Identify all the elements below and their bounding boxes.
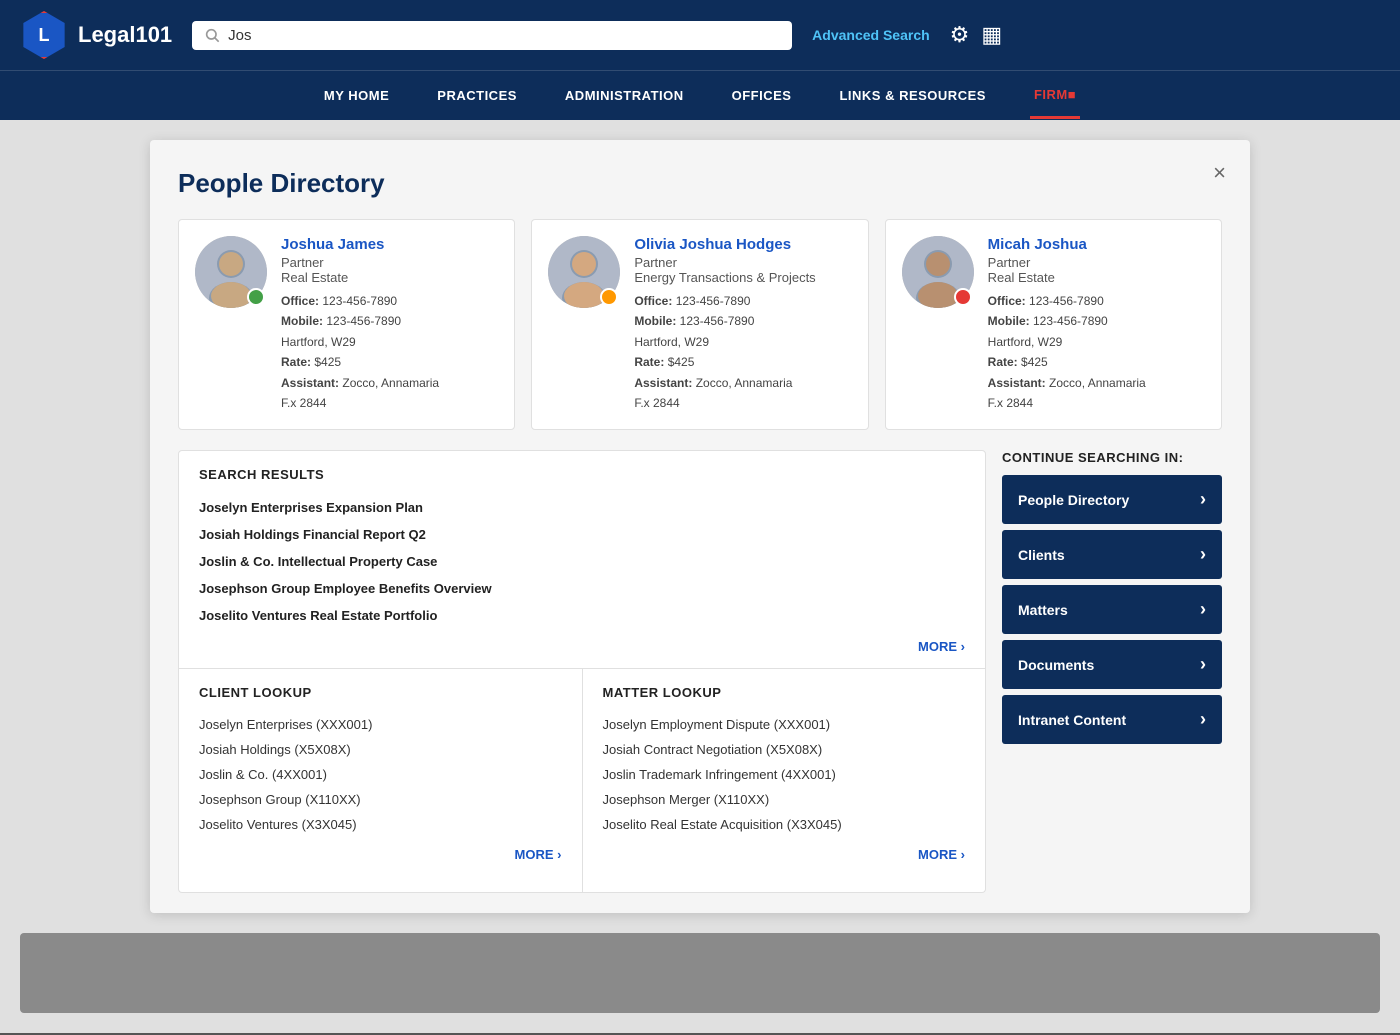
- advanced-search-link[interactable]: Advanced Search: [812, 27, 930, 43]
- header-icons: ⚙ ▦: [950, 22, 1003, 48]
- person-detail-2: Office: 123-456-7890 Mobile: 123-456-789…: [634, 291, 851, 413]
- continue-people-directory[interactable]: People Directory ›: [1002, 475, 1222, 524]
- search-icon: [204, 27, 220, 43]
- nav-offices[interactable]: OFFICES: [728, 74, 796, 117]
- chevron-right-icon-3: ›: [1200, 599, 1206, 620]
- search-results-title: SEARCH RESULTS: [199, 467, 965, 482]
- status-badge-2: [600, 288, 618, 306]
- search-result-4[interactable]: Josephson Group Employee Benefits Overvi…: [199, 575, 965, 602]
- bottom-section: SEARCH RESULTS Joselyn Enterprises Expan…: [178, 450, 1222, 893]
- client-lookup-col: CLIENT LOOKUP Joselyn Enterprises (XXX00…: [179, 669, 583, 892]
- logo-area: L Legal101: [20, 11, 172, 59]
- client-lookup-more-link[interactable]: MORE ›: [199, 837, 562, 876]
- logo-text: Legal101: [78, 22, 172, 48]
- person-detail-1: Office: 123-456-7890 Mobile: 123-456-789…: [281, 291, 498, 413]
- search-result-1[interactable]: Joselyn Enterprises Expansion Plan: [199, 494, 965, 521]
- nav-administration[interactable]: ADMINISTRATION: [561, 74, 688, 117]
- continue-intranet-label: Intranet Content: [1018, 712, 1126, 728]
- nav-links-resources[interactable]: LINKS & RESOURCES: [835, 74, 989, 117]
- person-info-3: Micah Joshua Partner Real Estate Office:…: [988, 236, 1205, 413]
- header: L Legal101 Advanced Search ⚙ ▦: [0, 0, 1400, 70]
- search-result-5[interactable]: Joselito Ventures Real Estate Portfolio: [199, 602, 965, 629]
- nav-firm[interactable]: FIRM■: [1030, 73, 1080, 119]
- person-dept-1: Real Estate: [281, 270, 498, 285]
- matter-1[interactable]: Joselyn Employment Dispute (XXX001): [603, 712, 966, 737]
- search-result-2[interactable]: Josiah Holdings Financial Report Q2: [199, 521, 965, 548]
- people-directory-dialog: People Directory ×: [150, 140, 1250, 913]
- person-name-2[interactable]: Olivia Joshua Hodges: [634, 236, 851, 253]
- person-card-2: Olivia Joshua Hodges Partner Energy Tran…: [531, 219, 868, 430]
- settings-icon[interactable]: ⚙: [950, 22, 970, 48]
- search-results-box: SEARCH RESULTS Joselyn Enterprises Expan…: [178, 450, 986, 669]
- person-role-2: Partner: [634, 255, 851, 270]
- logo-letter: L: [39, 25, 50, 46]
- continue-clients-label: Clients: [1018, 547, 1065, 563]
- avatar-container-2: [548, 236, 620, 308]
- chevron-right-icon-2: ›: [1200, 544, 1206, 565]
- continue-searching-title: CONTINUE SEARCHING IN:: [1002, 450, 1222, 465]
- grid-icon[interactable]: ▦: [981, 22, 1002, 48]
- search-results-more-link[interactable]: MORE ›: [199, 629, 965, 668]
- person-detail-3: Office: 123-456-7890 Mobile: 123-456-789…: [988, 291, 1205, 413]
- continue-documents-label: Documents: [1018, 657, 1094, 673]
- status-badge-1: [247, 288, 265, 306]
- avatar-container-3: [902, 236, 974, 308]
- avatar-container-1: [195, 236, 267, 308]
- matter-3[interactable]: Joslin Trademark Infringement (4XX001): [603, 762, 966, 787]
- logo-hex: L: [20, 11, 68, 59]
- continue-matters[interactable]: Matters ›: [1002, 585, 1222, 634]
- search-bar[interactable]: [192, 21, 792, 50]
- continue-intranet[interactable]: Intranet Content ›: [1002, 695, 1222, 744]
- matter-lookup-col: MATTER LOOKUP Joselyn Employment Dispute…: [583, 669, 986, 892]
- matter-lookup-title: MATTER LOOKUP: [603, 685, 966, 700]
- person-dept-2: Energy Transactions & Projects: [634, 270, 851, 285]
- person-role-3: Partner: [988, 255, 1205, 270]
- lookup-row: CLIENT LOOKUP Joselyn Enterprises (XXX00…: [178, 669, 986, 893]
- search-input[interactable]: [228, 27, 780, 44]
- chevron-right-icon-1: ›: [1200, 489, 1206, 510]
- continue-people-directory-label: People Directory: [1018, 492, 1129, 508]
- people-cards-row: Joshua James Partner Real Estate Office:…: [178, 219, 1222, 430]
- continue-clients[interactable]: Clients ›: [1002, 530, 1222, 579]
- close-button[interactable]: ×: [1213, 160, 1226, 186]
- matter-5[interactable]: Joselito Real Estate Acquisition (X3X045…: [603, 812, 966, 837]
- right-panel: CONTINUE SEARCHING IN: People Directory …: [1002, 450, 1222, 893]
- continue-documents[interactable]: Documents ›: [1002, 640, 1222, 689]
- client-4[interactable]: Josephson Group (X110XX): [199, 787, 562, 812]
- chevron-right-icon-5: ›: [1200, 709, 1206, 730]
- search-result-3[interactable]: Joslin & Co. Intellectual Property Case: [199, 548, 965, 575]
- person-name-3[interactable]: Micah Joshua: [988, 236, 1205, 253]
- client-5[interactable]: Joselito Ventures (X3X045): [199, 812, 562, 837]
- matter-lookup-more-link[interactable]: MORE ›: [603, 837, 966, 876]
- continue-matters-label: Matters: [1018, 602, 1068, 618]
- client-1[interactable]: Joselyn Enterprises (XXX001): [199, 712, 562, 737]
- person-dept-3: Real Estate: [988, 270, 1205, 285]
- chevron-right-icon-4: ›: [1200, 654, 1206, 675]
- person-card-3: Micah Joshua Partner Real Estate Office:…: [885, 219, 1222, 430]
- background-strip: [20, 933, 1380, 1013]
- person-info-2: Olivia Joshua Hodges Partner Energy Tran…: [634, 236, 851, 413]
- main-background: People Directory ×: [0, 120, 1400, 1033]
- nav-practices[interactable]: PRACTICES: [433, 74, 521, 117]
- person-card-1: Joshua James Partner Real Estate Office:…: [178, 219, 515, 430]
- left-panel: SEARCH RESULTS Joselyn Enterprises Expan…: [178, 450, 986, 893]
- status-badge-3: [954, 288, 972, 306]
- client-3[interactable]: Joslin & Co. (4XX001): [199, 762, 562, 787]
- matter-4[interactable]: Josephson Merger (X110XX): [603, 787, 966, 812]
- main-nav: MY HOME PRACTICES ADMINISTRATION OFFICES…: [0, 70, 1400, 120]
- matter-2[interactable]: Josiah Contract Negotiation (X5X08X): [603, 737, 966, 762]
- client-lookup-title: CLIENT LOOKUP: [199, 685, 562, 700]
- person-name-1[interactable]: Joshua James: [281, 236, 498, 253]
- client-2[interactable]: Josiah Holdings (X5X08X): [199, 737, 562, 762]
- person-role-1: Partner: [281, 255, 498, 270]
- dialog-title: People Directory: [178, 168, 1222, 199]
- person-info-1: Joshua James Partner Real Estate Office:…: [281, 236, 498, 413]
- nav-my-home[interactable]: MY HOME: [320, 74, 393, 117]
